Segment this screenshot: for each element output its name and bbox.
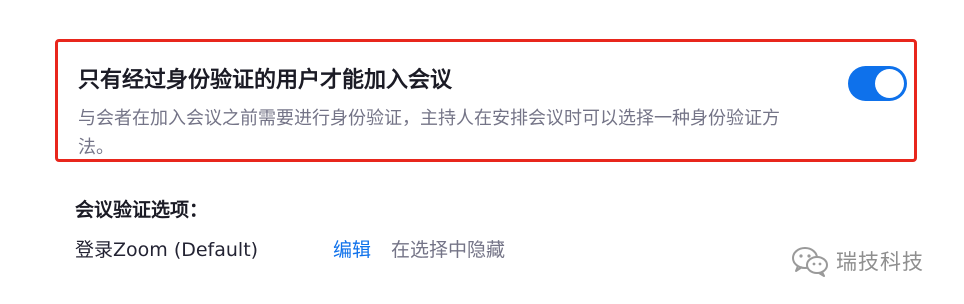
auth-option-name: 登录Zoom (Default)	[75, 239, 259, 261]
auth-option-row: 登录Zoom (Default) 编辑 在选择中隐藏	[75, 235, 575, 263]
setting-title: 只有经过身份验证的用户才能加入会议	[78, 68, 453, 93]
wechat-icon	[792, 247, 828, 277]
setting-description: 与会者在加入会议之前需要进行身份验证，主持人在安排会议时可以选择一种身份验证方法…	[78, 108, 780, 158]
auth-option-status: 在选择中隐藏	[391, 239, 506, 261]
watermark: 瑞技科技	[790, 244, 924, 278]
edit-link[interactable]: 编辑	[333, 235, 371, 262]
auth-required-toggle[interactable]	[848, 66, 907, 101]
watermark-text: 瑞技科技	[836, 250, 924, 274]
meeting-auth-options-label: 会议验证选项：	[75, 199, 209, 221]
auth-setting-highlight-box: 只有经过身份验证的用户才能加入会议 与会者在加入会议之前需要进行身份验证，主持人…	[55, 39, 917, 162]
toggle-knob	[875, 69, 904, 98]
